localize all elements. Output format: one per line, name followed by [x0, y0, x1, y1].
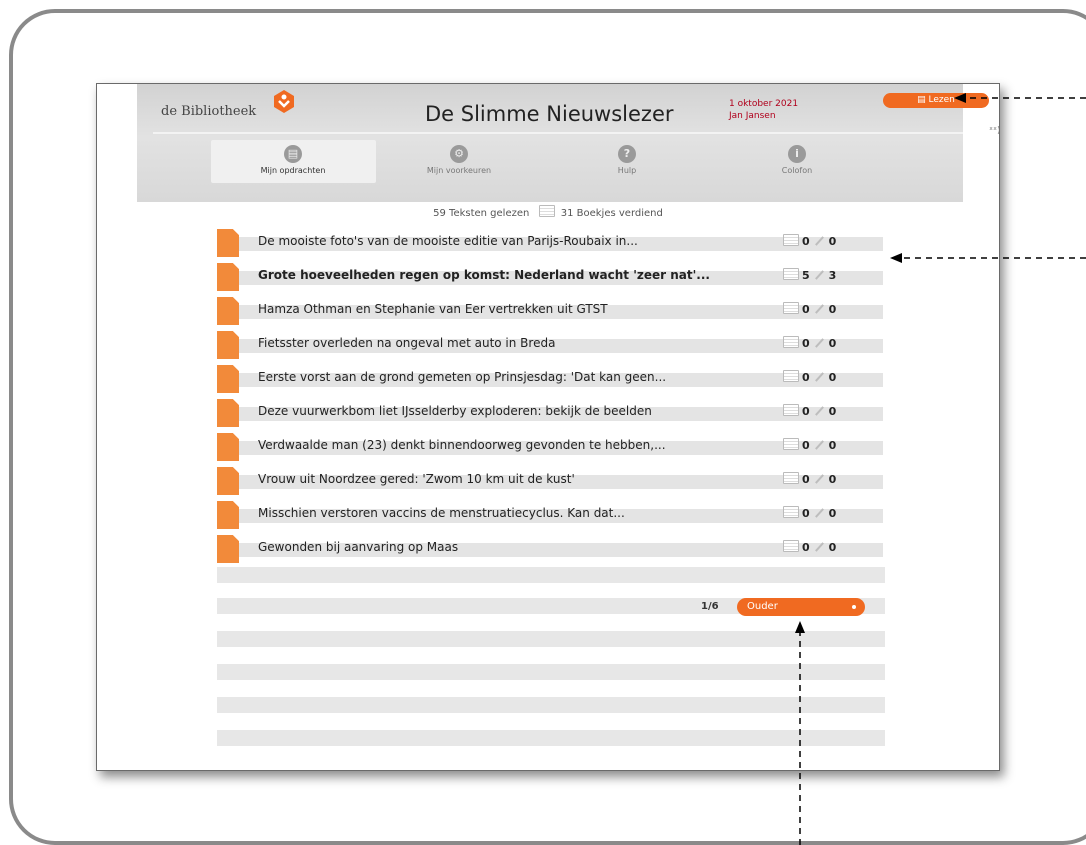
annotation-arrows [795, 93, 1086, 845]
